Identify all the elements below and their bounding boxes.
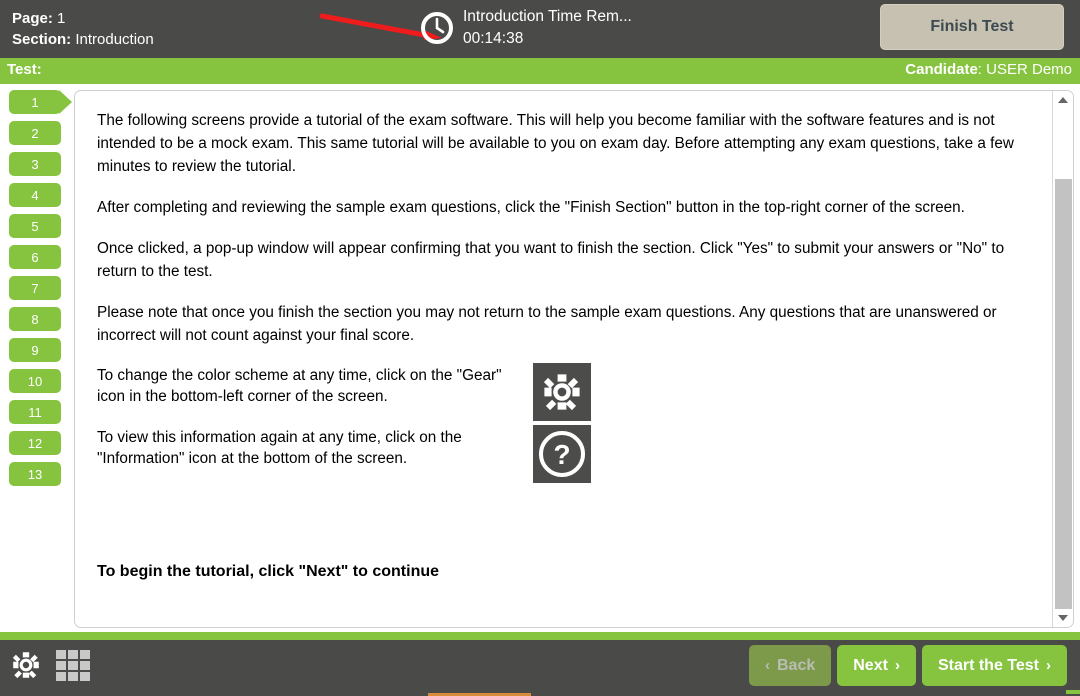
info-instruction-row: To view this information again at any ti… [97, 425, 1031, 483]
timer-value: 00:14:38 [463, 30, 524, 47]
page-value: 1 [57, 10, 66, 27]
back-button-label: Back [777, 656, 816, 674]
timer-block: Introduction Time Rem... 00:14:38 [420, 6, 632, 50]
candidate-value: USER Demo [986, 61, 1072, 78]
section-label: Section: [12, 31, 72, 48]
test-label: Test: [7, 61, 42, 78]
info-icon-tile: ? [533, 425, 591, 483]
gear-icon [543, 374, 580, 411]
candidate-label: Candidate [905, 61, 978, 78]
timer-text: Introduction Time Rem... 00:14:38 [463, 6, 632, 50]
paragraph-note: Please note that once you finish the sec… [97, 304, 997, 344]
exam-software-window: Page: 1 Section: Introduction Introducti… [0, 0, 1080, 696]
timer-label: Introduction Time Rem... [463, 8, 632, 25]
next-button[interactable]: Next › [837, 645, 916, 686]
gear-icon-tile [533, 363, 591, 421]
nav-page-6[interactable]: 6 [9, 245, 61, 269]
finish-test-button[interactable]: Finish Test [880, 4, 1064, 50]
tutorial-content: The following screens provide a tutorial… [75, 91, 1053, 627]
grid-menu-icon[interactable] [56, 649, 90, 681]
gear-icon[interactable] [10, 649, 42, 681]
nav-page-9[interactable]: 9 [9, 338, 61, 362]
nav-page-4[interactable]: 4 [9, 183, 61, 207]
closing-instruction: To begin the tutorial, click "Next" to c… [97, 563, 440, 580]
scrollbar-thumb[interactable] [1055, 179, 1072, 609]
paragraph-intro: The following screens provide a tutorial… [97, 112, 1014, 175]
content-panel: The following screens provide a tutorial… [74, 90, 1074, 628]
bottom-edge-strip [0, 690, 1080, 696]
start-test-button[interactable]: Start the Test › [921, 645, 1067, 686]
paragraph-finish-section: After completing and reviewing the sampl… [97, 199, 965, 216]
gear-instruction-text: To change the color scheme at any time, … [97, 367, 502, 405]
navigation-buttons: ‹ Back Next › Start the Test › [749, 645, 1067, 686]
nav-page-3[interactable]: 3 [9, 152, 61, 176]
nav-page-13[interactable]: 13 [9, 462, 61, 486]
question-mark-icon: ? [539, 431, 585, 477]
page-label: Page: [12, 10, 53, 27]
section-line: Section: Introduction [12, 29, 154, 50]
chevron-right-icon: › [1046, 657, 1051, 674]
nav-page-1[interactable]: 1 [9, 90, 72, 114]
start-test-button-label: Start the Test [937, 656, 1039, 674]
test-info-bar: Test: Candidate: USER Demo [0, 58, 1080, 84]
footer-icon-group [10, 649, 90, 681]
gear-instruction-row: To change the color scheme at any time, … [97, 363, 1031, 421]
bottom-green-sliver [1066, 690, 1080, 694]
page-line: Page: 1 [12, 8, 154, 29]
scroll-up-arrow-icon[interactable] [1053, 91, 1073, 109]
footer-toolbar: ‹ Back Next › Start the Test › [0, 640, 1080, 690]
nav-page-2[interactable]: 2 [9, 121, 61, 145]
candidate-info: Candidate: USER Demo [905, 61, 1072, 78]
page-section-info: Page: 1 Section: Introduction [12, 8, 154, 50]
back-button[interactable]: ‹ Back [749, 645, 832, 686]
next-button-label: Next [853, 656, 888, 674]
nav-page-11[interactable]: 11 [9, 400, 61, 424]
nav-page-5[interactable]: 5 [9, 214, 61, 238]
nav-page-7[interactable]: 7 [9, 276, 61, 300]
page-navigation-sidebar: 1 2 3 4 5 6 7 8 9 10 11 12 13 [0, 90, 72, 635]
scroll-down-arrow-icon[interactable] [1053, 609, 1073, 627]
svg-text:?: ? [553, 439, 570, 470]
nav-page-12[interactable]: 12 [9, 431, 61, 455]
content-scrollbar[interactable] [1052, 91, 1073, 627]
paragraph-popup: Once clicked, a pop-up window will appea… [97, 240, 1005, 280]
section-value: Introduction [75, 31, 154, 48]
chevron-right-icon: › [894, 657, 900, 674]
header-bar: Page: 1 Section: Introduction Introducti… [0, 0, 1080, 58]
nav-page-10[interactable]: 10 [9, 369, 61, 393]
footer-green-strip [0, 632, 1080, 640]
nav-page-8[interactable]: 8 [9, 307, 61, 331]
info-instruction-text: To view this information again at any ti… [97, 429, 462, 467]
chevron-left-icon: ‹ [765, 657, 770, 674]
clock-icon [421, 12, 453, 44]
